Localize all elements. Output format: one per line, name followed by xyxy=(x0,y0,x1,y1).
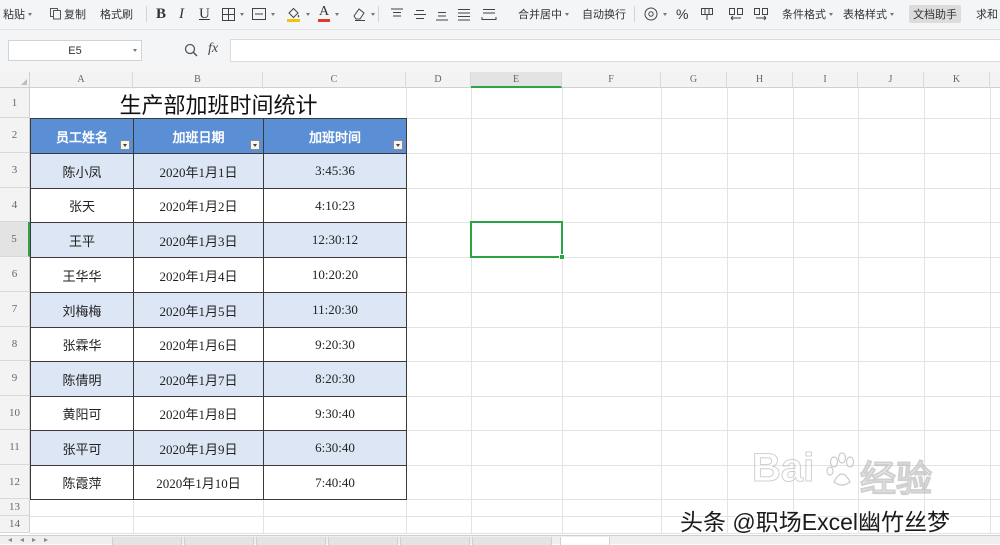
column-header-k[interactable]: K xyxy=(924,72,990,88)
column-header-a[interactable]: A xyxy=(30,72,133,88)
column-header-e[interactable]: E xyxy=(471,72,562,88)
table-cell[interactable]: 2020年1月3日 xyxy=(133,222,264,258)
column-header-h[interactable]: H xyxy=(727,72,793,88)
table-cell[interactable]: 2020年1月10日 xyxy=(133,465,264,500)
gridline-vertical xyxy=(471,88,472,533)
table-cell[interactable]: 2020年1月1日 xyxy=(133,153,264,189)
row-header-3[interactable]: 3 xyxy=(0,153,30,188)
table-cell[interactable]: 2020年1月5日 xyxy=(133,292,264,328)
table-cell[interactable]: 黄阳可 xyxy=(30,396,134,431)
sheet-tab-bar xyxy=(0,535,1000,545)
table-cell[interactable]: 2020年1月4日 xyxy=(133,257,264,293)
gridline-vertical xyxy=(562,88,563,533)
select-all-corner[interactable] xyxy=(0,72,30,88)
filter-dropdown-button[interactable] xyxy=(120,140,130,150)
column-header-j[interactable]: J xyxy=(858,72,924,88)
corner-triangle-icon xyxy=(21,79,27,85)
table-cell[interactable]: 王华华 xyxy=(30,257,134,293)
table-cell[interactable]: 刘梅梅 xyxy=(30,292,134,328)
row-header-9[interactable]: 9 xyxy=(0,361,30,396)
header-label: 加班时间 xyxy=(308,129,361,145)
filter-dropdown-button[interactable] xyxy=(250,140,260,150)
table-cell[interactable]: 2020年1月8日 xyxy=(133,396,264,431)
table-cell[interactable]: 9:20:30 xyxy=(263,327,407,362)
gridline-vertical xyxy=(727,88,728,533)
table-cell[interactable]: 12:30:12 xyxy=(263,222,407,258)
row-header-11[interactable]: 11 xyxy=(0,430,30,465)
table-cell[interactable]: 3:45:36 xyxy=(263,153,407,189)
column-header-d[interactable]: D xyxy=(406,72,471,88)
column-header-i[interactable]: I xyxy=(793,72,858,88)
row-header-8[interactable]: 8 xyxy=(0,327,30,361)
filter-dropdown-button[interactable] xyxy=(393,140,403,150)
row-header-13[interactable]: 13 xyxy=(0,499,30,516)
header-label: 员工姓名 xyxy=(55,129,108,145)
gridline-horizontal xyxy=(30,533,1000,534)
next-sheet-arrow-icon[interactable] xyxy=(32,538,36,542)
table-cell[interactable]: 陈倩明 xyxy=(30,361,134,397)
row-header-14[interactable]: 14 xyxy=(0,516,30,533)
table-cell[interactable]: 张天 xyxy=(30,188,134,223)
gridline-vertical xyxy=(661,88,662,533)
last-sheet-arrow-icon[interactable] xyxy=(44,538,48,542)
gridline-vertical xyxy=(858,88,859,533)
column-header-f[interactable]: F xyxy=(562,72,661,88)
row-header-10[interactable]: 10 xyxy=(0,396,30,430)
table-cell[interactable]: 9:30:40 xyxy=(263,396,407,431)
table-cell[interactable]: 张霖华 xyxy=(30,327,134,362)
row-header-1[interactable]: 1 xyxy=(0,88,30,118)
fill-handle[interactable] xyxy=(559,254,565,260)
filter-arrow-icon xyxy=(253,144,257,147)
header-label: 加班日期 xyxy=(172,129,225,145)
worksheet-grid[interactable]: A B C D E F G H I J K 1 2 3 4 5 6 7 8 9 10 11 12 13 14 生产部加班时间统计员… xyxy=(0,0,1000,535)
row-header-4[interactable]: 4 xyxy=(0,188,30,222)
table-header-cell[interactable]: 加班时间 xyxy=(263,118,407,154)
column-header-g[interactable]: G xyxy=(661,72,727,88)
table-cell[interactable]: 8:20:30 xyxy=(263,361,407,397)
table-cell[interactable]: 4:10:23 xyxy=(263,188,407,223)
table-cell[interactable]: 2020年1月2日 xyxy=(133,188,264,223)
table-cell[interactable]: 10:20:20 xyxy=(263,257,407,293)
row-header-5[interactable]: 5 xyxy=(0,222,30,257)
column-header-c[interactable]: C xyxy=(263,72,406,88)
gridline-vertical xyxy=(793,88,794,533)
prev-sheet-arrow-icon[interactable] xyxy=(20,538,24,542)
first-sheet-arrow-icon[interactable] xyxy=(8,538,12,542)
table-cell[interactable]: 2020年1月9日 xyxy=(133,430,264,466)
table-cell[interactable]: 王平 xyxy=(30,222,134,258)
table-cell[interactable]: 11:20:30 xyxy=(263,292,407,328)
table-header-cell[interactable]: 加班日期 xyxy=(133,118,264,154)
table-title[interactable]: 生产部加班时间统计 xyxy=(31,89,406,118)
active-cell-selection[interactable] xyxy=(470,221,563,258)
table-header-cell[interactable]: 员工姓名 xyxy=(30,118,134,154)
table-cell[interactable]: 6:30:40 xyxy=(263,430,407,466)
gridline-vertical xyxy=(924,88,925,533)
table-cell[interactable]: 张平可 xyxy=(30,430,134,466)
row-header-6[interactable]: 6 xyxy=(0,257,30,292)
gridline-horizontal xyxy=(30,516,1000,517)
row-header-2[interactable]: 2 xyxy=(0,118,30,153)
table-cell[interactable]: 7:40:40 xyxy=(263,465,407,500)
row-header-12[interactable]: 12 xyxy=(0,465,30,499)
table-cell[interactable]: 陈小凤 xyxy=(30,153,134,189)
table-cell[interactable]: 2020年1月6日 xyxy=(133,327,264,362)
filter-arrow-icon xyxy=(396,144,400,147)
table-cell[interactable]: 陈霞萍 xyxy=(30,465,134,500)
filter-arrow-icon xyxy=(123,144,127,147)
table-cell[interactable]: 2020年1月7日 xyxy=(133,361,264,397)
gridline-vertical xyxy=(990,88,991,533)
column-header-b[interactable]: B xyxy=(133,72,263,88)
row-header-7[interactable]: 7 xyxy=(0,292,30,327)
